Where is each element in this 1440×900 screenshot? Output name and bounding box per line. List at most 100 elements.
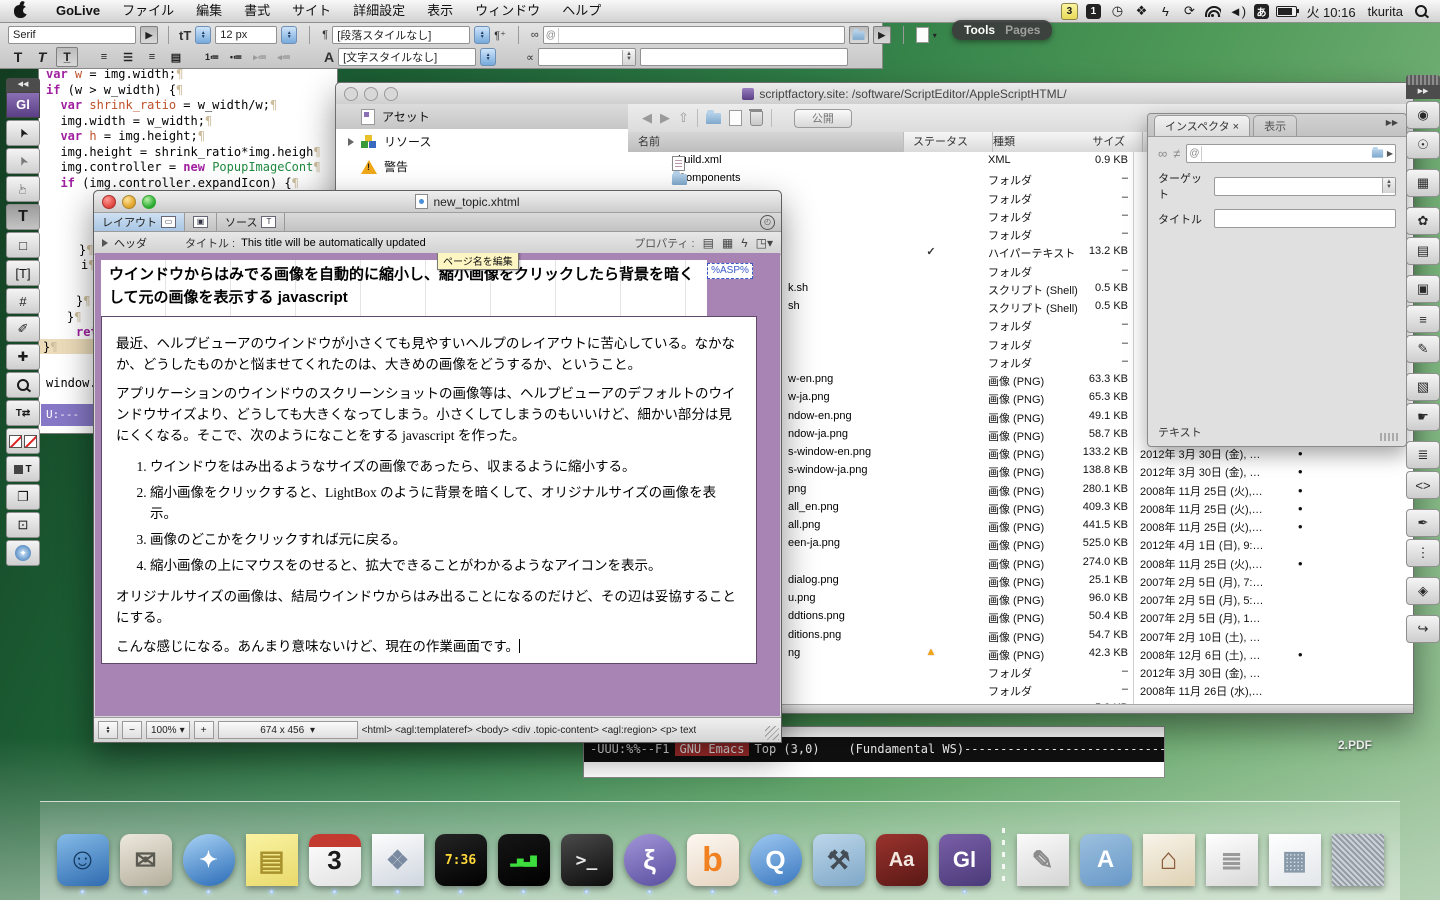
menu-3[interactable]: 書式 bbox=[233, 3, 281, 18]
dock-emacs[interactable]: ξ bbox=[622, 834, 678, 894]
align-palette-button[interactable]: ≡ bbox=[1406, 305, 1440, 333]
title-input[interactable] bbox=[1214, 209, 1396, 228]
input-source-menu-extra[interactable]: あ bbox=[1252, 2, 1270, 20]
select-arrow-tool[interactable]: ➤ bbox=[6, 120, 40, 146]
menu-5[interactable]: 詳細設定 bbox=[342, 3, 416, 18]
up-folder-button[interactable]: ⇧ bbox=[678, 110, 689, 126]
layout-grid-tool[interactable]: # bbox=[6, 288, 40, 314]
tab-source[interactable]: ソースT bbox=[217, 213, 285, 231]
asp-placeholder-badge[interactable]: %ASP% bbox=[707, 263, 753, 279]
char-style-stepper[interactable]: ▲▼ bbox=[480, 48, 496, 66]
outline-palette-button[interactable]: ⋮ bbox=[1406, 539, 1440, 567]
actions-palette-button[interactable]: ☛ bbox=[1406, 403, 1440, 431]
page-heading-block[interactable]: ウインドウからはみでる画像を自動的に縮小し、縮小画像をクリックしたら背景を暗くし… bbox=[101, 260, 707, 316]
library-palette-button[interactable]: ≣ bbox=[1406, 441, 1440, 469]
zoom-button[interactable] bbox=[142, 195, 156, 209]
palette-grip[interactable] bbox=[1406, 75, 1440, 85]
close-tab-icon[interactable]: × bbox=[1233, 121, 1239, 133]
browse-folder-button[interactable] bbox=[849, 26, 869, 44]
column-header-name[interactable]: 名前 bbox=[628, 132, 904, 152]
page-corner-icon[interactable]: ◳▾ bbox=[756, 236, 773, 250]
menu-6[interactable]: 表示 bbox=[416, 3, 464, 18]
dock-terminal[interactable]: >_ bbox=[559, 834, 615, 894]
apple-menu-icon[interactable] bbox=[14, 5, 27, 18]
target-input[interactable]: ▲▼ bbox=[1214, 177, 1396, 196]
inspector-resize-grip[interactable] bbox=[1380, 433, 1398, 441]
column-header-status[interactable]: ステータス bbox=[903, 132, 993, 152]
swatches-palette-button[interactable]: ▤ bbox=[1406, 237, 1440, 265]
objects-palette-button[interactable]: ▣ bbox=[1406, 275, 1440, 303]
desktop-file-label[interactable]: 2.PDF bbox=[1338, 738, 1372, 752]
wifi-menu-extra[interactable] bbox=[1204, 2, 1222, 20]
zoom-in-button[interactable]: + bbox=[194, 721, 214, 739]
objects-3d-button[interactable]: ◈ bbox=[1406, 577, 1440, 605]
sidebar-item-warnings[interactable]: 警告 bbox=[336, 154, 628, 179]
link-url-input[interactable]: @ bbox=[543, 26, 845, 44]
justify-button[interactable]: ▤ bbox=[166, 48, 186, 66]
view-palette-button[interactable]: ☉ bbox=[1406, 131, 1440, 159]
pan-hand-tool[interactable]: ✚ bbox=[6, 344, 40, 370]
indent-less-button[interactable]: ◂≔ bbox=[274, 48, 294, 66]
back-button[interactable]: ◀ bbox=[642, 110, 652, 126]
eyedropper-tool[interactable]: ✐ bbox=[6, 316, 40, 342]
char-style-select[interactable]: [文字スタイルなし] bbox=[338, 48, 476, 66]
layout-view-button[interactable]: ❐ bbox=[6, 484, 40, 510]
dock-xcode[interactable]: ⚒ bbox=[811, 834, 867, 894]
text-box-tool[interactable]: [T] bbox=[6, 260, 40, 286]
title-field-value[interactable]: This title will be automatically updated bbox=[241, 237, 426, 249]
stickies-menu-extra[interactable]: 3 bbox=[1060, 2, 1078, 20]
source-snippets-button[interactable]: <> bbox=[1406, 471, 1440, 499]
actions-lightning-icon[interactable]: ϟ bbox=[741, 236, 747, 250]
source-view-button[interactable]: ⊡ bbox=[6, 512, 40, 538]
dock-editor-b[interactable]: b bbox=[685, 834, 741, 894]
forms-palette-button[interactable]: ✒ bbox=[1406, 509, 1440, 537]
trash-button[interactable] bbox=[750, 111, 763, 126]
dock-mail[interactable]: ✉ bbox=[118, 834, 174, 894]
palette-overflow-arrows[interactable]: ▶▶ bbox=[1386, 118, 1398, 127]
close-button[interactable] bbox=[344, 87, 358, 101]
forward-button[interactable]: ▶ bbox=[660, 110, 670, 126]
link-arrow-button[interactable]: ▶ bbox=[873, 26, 891, 44]
dock-ical[interactable]: 3 bbox=[307, 834, 363, 894]
dock-quicktime[interactable]: Q bbox=[748, 834, 804, 894]
dock-documents-stack[interactable]: ≣ bbox=[1204, 834, 1260, 894]
filmstrip-icon[interactable]: ▦ bbox=[722, 236, 733, 250]
anchor-name-input[interactable]: ▲▼ bbox=[538, 48, 636, 66]
browse-folder-icon[interactable] bbox=[1372, 149, 1383, 157]
dock-stickies[interactable]: ▤ bbox=[244, 834, 300, 894]
pick-arrow-icon[interactable]: ▶ bbox=[1387, 149, 1393, 158]
publish-server-button[interactable]: ↪ bbox=[1406, 615, 1440, 643]
target-stepper[interactable]: ▲▼ bbox=[1382, 178, 1395, 193]
italic-button[interactable]: T bbox=[32, 48, 52, 66]
menu-app[interactable]: GoLive bbox=[45, 3, 111, 18]
minimize-button[interactable] bbox=[122, 195, 136, 209]
dock-graph-widget[interactable]: ▂▅▃▇ bbox=[496, 834, 552, 894]
new-folder-button[interactable] bbox=[706, 113, 721, 124]
paragraph-style-select[interactable]: [段落スタイルなし] bbox=[332, 26, 470, 44]
disclosure-triangle[interactable] bbox=[348, 138, 354, 146]
tab-frames[interactable]: ▣ bbox=[185, 213, 217, 231]
menu-2[interactable]: 編集 bbox=[185, 3, 233, 18]
direct-select-tool[interactable]: ➤ bbox=[6, 148, 40, 174]
marquee-tool[interactable]: □ bbox=[6, 232, 40, 258]
menubar-user[interactable]: tkurita bbox=[1365, 2, 1406, 20]
layout-editor-canvas[interactable]: ウインドウからはみでる画像を自動的に縮小し、縮小画像をクリックしたら背景を暗くし… bbox=[95, 253, 780, 716]
tab-inspector[interactable]: インスペクタ × bbox=[1154, 115, 1250, 136]
menu-4[interactable]: サイト bbox=[281, 3, 342, 18]
font-size-select-stepper[interactable]: ▲▼ bbox=[281, 26, 297, 44]
dock-led-widget[interactable]: 7:36 bbox=[433, 834, 489, 894]
document-window[interactable]: new_topic.xhtml レイアウト▭ ▣ ソースT ◴ ヘッダ タイトル… bbox=[93, 190, 782, 743]
tab-pages[interactable]: Pages bbox=[1001, 23, 1044, 37]
widgets-menu-extra[interactable]: 1 bbox=[1084, 2, 1102, 20]
dock-script-editor[interactable]: ✎ bbox=[1015, 834, 1071, 894]
dock-finder[interactable]: ☺ bbox=[55, 834, 111, 894]
menu-7[interactable]: ウィンドウ bbox=[464, 3, 551, 18]
font-family-select[interactable]: Serif bbox=[8, 26, 136, 44]
zoom-tool[interactable] bbox=[6, 372, 40, 398]
layers-palette-button[interactable]: ▧ bbox=[1406, 373, 1440, 401]
pen-palette-button[interactable]: ✎ bbox=[1406, 335, 1440, 363]
publish-button[interactable]: 公開 bbox=[794, 109, 852, 128]
window-size-select[interactable]: 674 x 456 ▾ bbox=[218, 721, 358, 739]
zoom-button[interactable] bbox=[384, 87, 398, 101]
inspector-palette[interactable]: インスペクタ × 表示 ▶▶ ∞ ≠ @ ▶ ターゲット ▲▼ タイトル テキス… bbox=[1147, 113, 1407, 447]
